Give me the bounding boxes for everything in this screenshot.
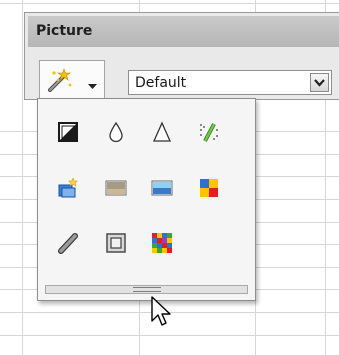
posterize-icon[interactable] — [151, 177, 173, 199]
triangle-down-icon — [88, 75, 97, 94]
toolbar-title: Picture — [36, 23, 93, 39]
graphics-mode-value: Default — [135, 75, 187, 91]
grip-handle-icon[interactable] — [45, 285, 248, 294]
picture-toolbar: Picture Default — [24, 12, 339, 100]
mosaic-icon[interactable] — [151, 232, 173, 254]
magic-wand-icon — [46, 68, 72, 96]
filter-popup — [37, 98, 256, 301]
graphics-mode-select[interactable]: Default — [128, 70, 332, 95]
invert-icon[interactable] — [57, 121, 79, 143]
chevron-down-icon[interactable] — [310, 73, 329, 92]
mouse-pointer-icon — [150, 296, 174, 332]
remove-noise-icon[interactable] — [198, 121, 220, 143]
sharpen-icon[interactable] — [151, 121, 173, 143]
relief-icon[interactable] — [105, 232, 127, 254]
toolbar-titlebar[interactable]: Picture — [28, 16, 339, 47]
smooth-icon[interactable] — [105, 121, 127, 143]
pop-art-icon[interactable] — [198, 177, 220, 199]
charcoal-sketch-icon[interactable] — [57, 232, 79, 254]
aging-icon[interactable] — [105, 177, 127, 199]
filter-button[interactable] — [39, 60, 105, 98]
solarization-icon[interactable] — [57, 177, 79, 199]
